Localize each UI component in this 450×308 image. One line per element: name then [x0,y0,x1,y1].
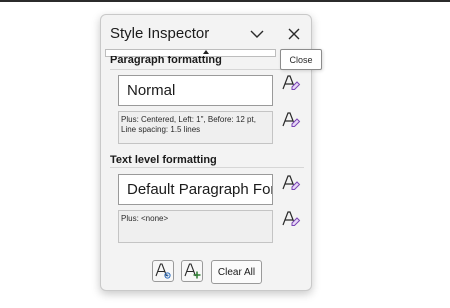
reveal-formatting-button[interactable] [152,260,174,282]
clear-all-button[interactable]: Clear All [211,260,262,284]
reset-paragraph-style-button[interactable] [281,74,301,94]
reveal-formatting-icon [154,262,172,280]
clear-paragraph-formatting-button[interactable] [281,111,301,131]
paragraph-description-line: Line spacing: 1.5 lines [121,125,201,134]
text-level-formatting-description: Plus: <none> [118,210,273,243]
clear-formatting-icon [281,111,301,131]
clear-formatting-icon [281,74,301,94]
new-style-button[interactable] [181,260,203,282]
reset-character-style-button[interactable] [281,174,301,194]
task-pane-options-button[interactable] [247,24,267,44]
chevron-down-icon [250,30,264,39]
clear-character-formatting-button[interactable] [281,210,301,230]
close-button[interactable] [284,24,304,44]
clear-formatting-icon [281,210,301,230]
caret-up-icon [203,50,209,54]
close-icon [288,28,300,40]
text-level-description-line: Plus: <none> [121,214,169,223]
paragraph-style-field[interactable]: Normal [118,75,273,106]
paragraph-description-line: Plus: Centered, Left: 1", Before: 12 pt, [121,115,256,124]
paragraph-formatting-description: Plus: Centered, Left: 1", Before: 12 pt,… [118,111,273,144]
character-style-field[interactable]: Default Paragraph Font [118,174,273,205]
section-divider [110,167,304,168]
pane-title: Style Inspector [110,25,210,42]
paragraph-formatting-label: Paragraph formatting [110,56,222,66]
text-level-formatting-label: Text level formatting [110,154,217,166]
section-divider [110,69,304,70]
window-top-border [0,0,450,2]
close-tooltip: Close [280,49,322,70]
clear-formatting-icon [281,174,301,194]
new-style-icon [183,262,201,280]
